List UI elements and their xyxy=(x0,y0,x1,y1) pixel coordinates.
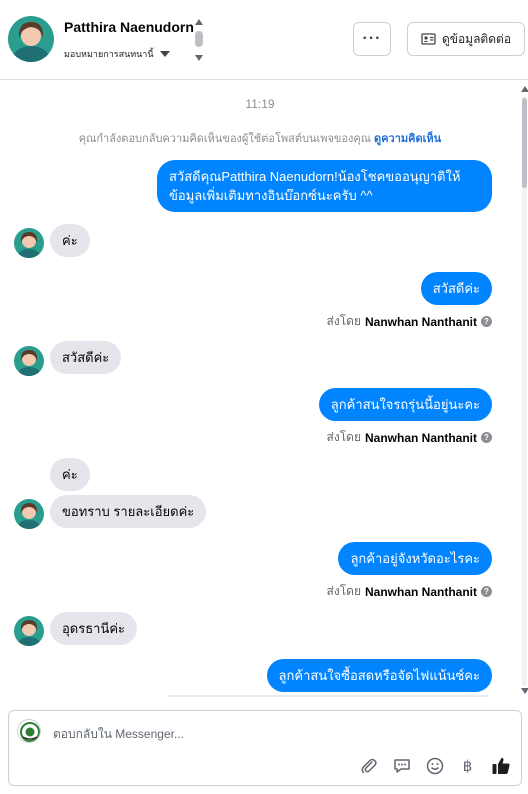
customer-avatar-small xyxy=(14,616,44,646)
customer-avatar-small xyxy=(14,499,44,529)
more-options-button[interactable]: ··· xyxy=(353,22,391,56)
reply-composer: ฿ xyxy=(8,710,522,786)
assign-label: มอบหมายการสนทนานี้ xyxy=(64,49,154,59)
page-avatar xyxy=(17,719,41,743)
customer-avatar-small xyxy=(14,228,44,258)
composer-toolbar: ฿ xyxy=(358,755,511,777)
sent-by-prefix: ส่งโดย xyxy=(326,584,361,598)
view-contact-button[interactable]: ดูข้อมูลติดต่อ xyxy=(407,22,525,56)
sent-by-prefix: ส่งโดย xyxy=(326,314,361,328)
sender-name: Nanwhan Nanthanit xyxy=(364,430,477,445)
sent-by-line: ส่งโดย Nanwhan Nanthanit ? xyxy=(327,312,492,331)
outgoing-message[interactable]: สวัสดีคุณPatthira Naenudorn!น้องโชคขออนุ… xyxy=(157,160,492,212)
incoming-message[interactable]: อุดรธานีค่ะ xyxy=(50,612,138,645)
reply-notice-text: คุณกำลังตอบกลับความคิดเห็นของผู้ใช้ต่อโพ… xyxy=(78,133,371,145)
more-options-icon: ··· xyxy=(362,30,382,47)
outgoing-message[interactable]: สวัสดีค่ะ xyxy=(420,272,492,305)
customer-name[interactable]: Patthira Naenudorn xyxy=(64,19,194,35)
sender-name: Nanwhan Nanthanit xyxy=(364,314,477,329)
timestamp: 11:19 xyxy=(245,97,275,111)
chat-bubble-icon[interactable] xyxy=(391,756,412,777)
conversation-header: Patthira Naenudorn มอบหมายการสนทนานี้ ··… xyxy=(0,0,528,80)
view-comment-link[interactable]: ดูความคิดเห็น xyxy=(374,133,441,145)
assign-conversation-dropdown[interactable]: มอบหมายการสนทนานี้ xyxy=(64,47,170,61)
baht-icon[interactable]: ฿ xyxy=(457,756,478,777)
link-preview-edge xyxy=(168,695,488,697)
help-icon[interactable]: ? xyxy=(481,316,492,327)
customer-avatar-small xyxy=(14,346,44,376)
outgoing-message[interactable]: ลูกค้าสนใจรถรุ่นนี้อยู่นะคะ xyxy=(318,388,492,421)
smiley-icon[interactable] xyxy=(424,756,445,777)
help-icon[interactable]: ? xyxy=(481,586,492,597)
incoming-message[interactable]: ค่ะ xyxy=(50,224,90,257)
sent-by-prefix: ส่งโดย xyxy=(326,430,361,444)
scroll-up-icon[interactable] xyxy=(521,86,528,92)
outgoing-message[interactable]: ลูกค้าสนใจซื้อสดหรือจัดไฟแน้นซ์คะ xyxy=(266,659,492,692)
reply-input[interactable] xyxy=(53,725,453,743)
outgoing-message[interactable]: ลูกค้าอยู่จังหวัดอะไรคะ xyxy=(338,542,492,575)
reply-notice: คุณกำลังตอบกลับความคิดเห็นของผู้ใช้ต่อโพ… xyxy=(0,129,520,147)
sent-by-line: ส่งโดย Nanwhan Nanthanit ? xyxy=(327,428,492,447)
thread-scrollbar[interactable] xyxy=(520,86,528,694)
scroll-down-icon[interactable] xyxy=(521,688,528,694)
sender-name: Nanwhan Nanthanit xyxy=(364,584,477,599)
up-down-navigation-icon[interactable] xyxy=(193,17,205,63)
thumbs-up-icon[interactable] xyxy=(490,756,511,777)
message-thread: 11:19 คุณกำลังตอบกลับความคิดเห็นของผู้ใช… xyxy=(0,81,528,697)
customer-avatar[interactable] xyxy=(8,16,54,62)
sent-by-line: ส่งโดย Nanwhan Nanthanit ? xyxy=(327,582,492,601)
contact-card-icon xyxy=(421,33,436,45)
incoming-message[interactable]: ค่ะ xyxy=(50,458,90,491)
help-icon[interactable]: ? xyxy=(481,432,492,443)
incoming-message[interactable]: สวัสดีค่ะ xyxy=(50,341,122,374)
scroll-thumb[interactable] xyxy=(522,98,527,188)
paperclip-icon[interactable] xyxy=(358,756,379,777)
view-contact-label: ดูข้อมูลติดต่อ xyxy=(441,31,512,46)
chevron-down-icon xyxy=(159,51,170,57)
incoming-message[interactable]: ขอทราบ รายละเอียดค่ะ xyxy=(50,495,207,528)
